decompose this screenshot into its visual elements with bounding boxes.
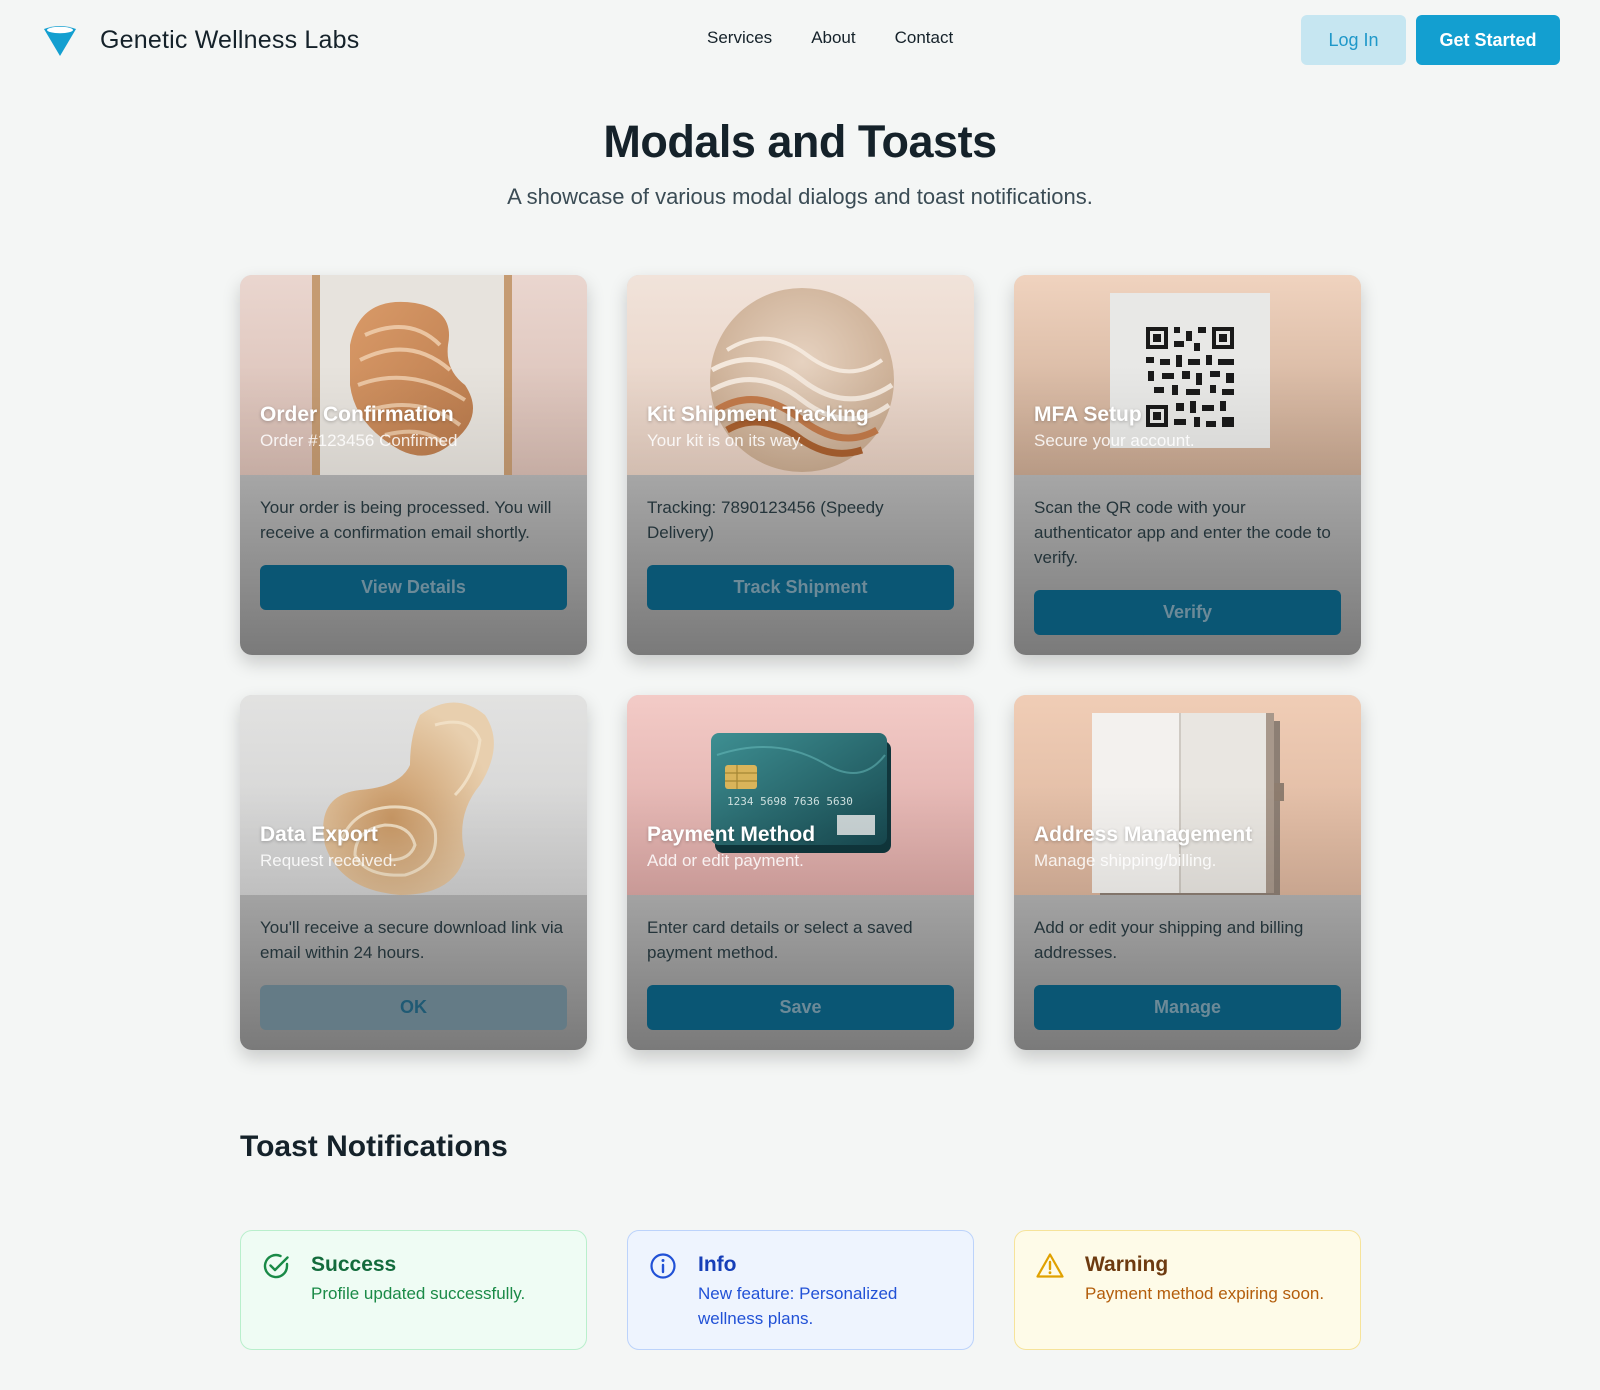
modal-card-order-confirmation: Order Confirmation Order #123456 Confirm… [240,275,587,655]
page-subtitle: A showcase of various modal dialogs and … [507,184,1093,209]
track-shipment-button[interactable]: Track Shipment [647,565,954,610]
toast-warning[interactable]: Warning Payment method expiring soon. [1014,1230,1361,1350]
brand-logo-icon [44,26,76,56]
card-image: 1234 5698 7636 5630 Payment Method Add o… [627,695,974,895]
toast-message: Profile updated successfully. [311,1284,526,1303]
modal-card-address-management: Address Management Manage shipping/billi… [1014,695,1361,1050]
card-title: Payment Method [647,823,816,846]
login-button[interactable]: Log In [1301,15,1406,65]
card-subtitle: Order #123456 Confirmed [260,431,458,450]
card-subtitle: Request received. [260,851,398,870]
modal-card-payment-method: 1234 5698 7636 5630 Payment Method Add o… [627,695,974,1050]
toast-info[interactable]: Info New feature: Personalized wellness … [627,1230,974,1350]
modal-card-mfa-setup: MFA Setup Secure your account. Scan the … [1014,275,1361,655]
manage-button[interactable]: Manage [1034,985,1341,1030]
card-text: Add or edit your shipping and billing ad… [1034,918,1304,962]
card-text: Tracking: 7890123456 (Speedy Delivery) [647,498,884,542]
card-title: MFA Setup [1034,403,1142,426]
card-text: You'll receive a secure download link vi… [260,918,564,962]
card-text: Your order is being processed. You will … [260,498,552,542]
card-image: Kit Shipment Tracking Your kit is on its… [627,275,974,475]
card-number: 1234 5698 7636 5630 [727,795,853,808]
card-title: Data Export [260,823,378,846]
toasts-section-title: Toast Notifications [240,1130,508,1163]
card-title: Address Management [1034,823,1253,846]
page-title: Modals and Toasts [603,116,997,167]
card-image: Order Confirmation Order #123456 Confirm… [240,275,587,475]
check-circle-icon [263,1253,289,1279]
brand[interactable]: Genetic Wellness Labs [42,22,359,58]
card-subtitle: Secure your account. [1034,431,1195,450]
card-subtitle: Your kit is on its way. [647,431,804,450]
brand-name: Genetic Wellness Labs [100,25,360,54]
modal-card-data-export: Data Export Request received. You'll rec… [240,695,587,1050]
nav-services[interactable]: Services [707,28,772,48]
nav-about[interactable]: About [811,28,855,48]
toast-message: New feature: Personalized wellness plans… [698,1284,898,1328]
toast-message: Payment method expiring soon. [1085,1284,1325,1303]
warning-triangle-icon [1036,1253,1064,1278]
ok-button[interactable]: OK [260,985,567,1030]
card-image: Address Management Manage shipping/billi… [1014,695,1361,895]
site-header: Genetic Wellness Labs Services About Con… [0,0,1600,80]
verify-button[interactable]: Verify [1034,590,1341,635]
modal-card-kit-shipment: Kit Shipment Tracking Your kit is on its… [627,275,974,655]
nav-contact[interactable]: Contact [895,28,954,48]
toast-title: Success [311,1253,397,1276]
card-image: MFA Setup Secure your account. [1014,275,1361,475]
toast-success[interactable]: Success Profile updated successfully. [240,1230,587,1350]
card-title: Order Confirmation [260,403,454,426]
toast-title: Info [698,1253,737,1276]
get-started-button[interactable]: Get Started [1416,15,1560,65]
card-text: Enter card details or select a saved pay… [647,918,913,962]
card-subtitle: Add or edit payment. [647,851,804,870]
toast-title: Warning [1085,1253,1169,1276]
card-subtitle: Manage shipping/billing. [1034,851,1217,870]
card-title: Kit Shipment Tracking [647,403,869,426]
info-circle-icon [650,1253,676,1279]
card-image: Data Export Request received. [240,695,587,895]
main-nav: Services About Contact [707,28,953,48]
save-button[interactable]: Save [647,985,954,1030]
view-details-button[interactable]: View Details [260,565,567,610]
card-text: Scan the QR code with your authenticator… [1034,498,1331,567]
